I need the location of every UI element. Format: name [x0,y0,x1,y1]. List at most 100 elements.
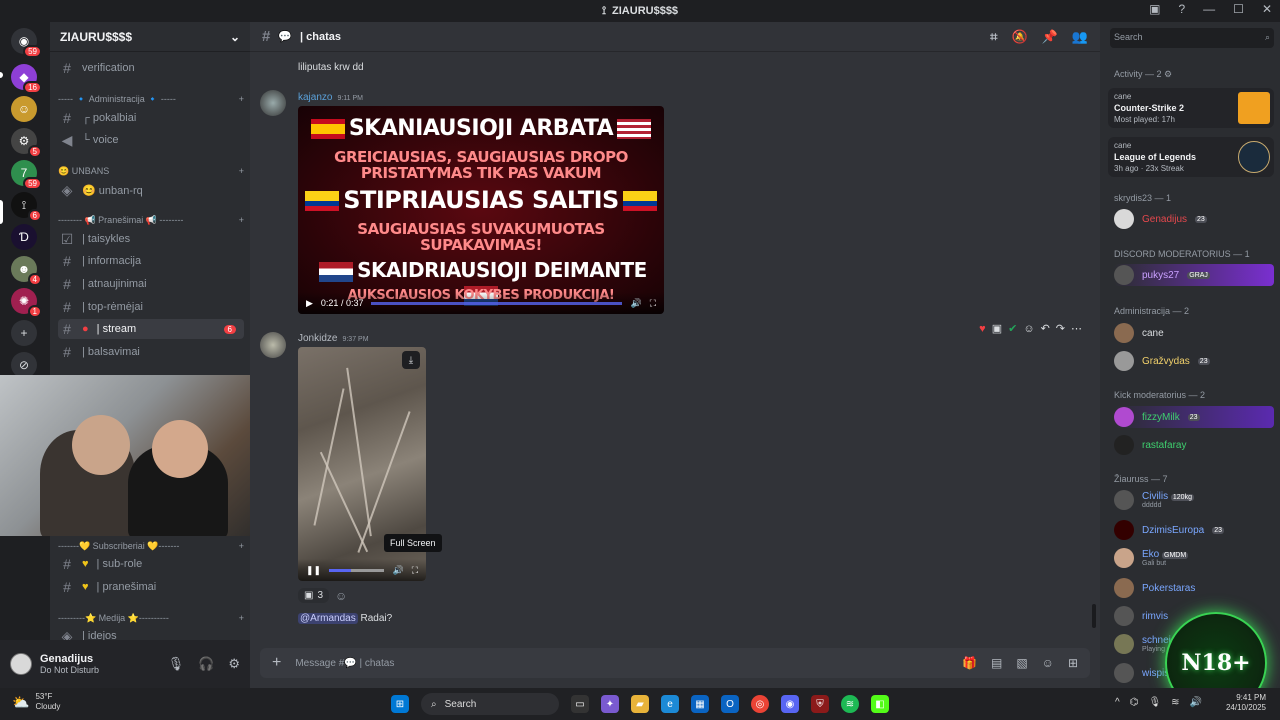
microphone-icon[interactable]: 🎙 [168,656,185,672]
member-rastafaray[interactable]: rastafaray [1114,434,1186,456]
member-eko[interactable]: Eko GMDM Gali but [1114,547,1189,569]
headphones-icon[interactable]: 🎧 [198,656,214,672]
server-icon-4[interactable]: 7 59 [11,160,42,190]
member-cane[interactable]: cane [1114,322,1164,344]
server-icon-7[interactable]: ☻ 4 [11,256,42,286]
play-icon[interactable]: ▶ [306,298,313,309]
volume-icon[interactable]: 🔊 [392,565,403,576]
channel-top-remejai[interactable]: # | top-rėmėjai [58,297,244,317]
edge-icon[interactable]: e [661,695,679,713]
server-icon-ziauru[interactable]: ⟟ 6 [11,192,42,222]
member-pukys27[interactable]: pukys27 GRAJ [1114,264,1274,286]
category-administracija[interactable]: ----- 🔹 Administracija 🔹 ----- + [58,94,244,105]
file-explorer-icon[interactable]: ▰ [631,695,649,713]
gift-icon[interactable]: 🎁 [962,656,977,670]
gear-icon[interactable]: ⚙ [228,656,240,672]
progress-bar[interactable] [329,568,385,572]
home-button[interactable]: ◉ 59 [11,28,42,58]
taskbar-search[interactable]: ⌕ Search [421,693,559,715]
add-channel-icon[interactable]: + [239,166,244,177]
message-input[interactable]: Message #💬 | chatas [295,658,394,669]
minimize-button[interactable]: — [1203,2,1215,16]
channel-pranesimai[interactable]: # ♥ | pranešimai [58,577,244,597]
channel-taisykles[interactable]: ☑ | taisykles [58,229,244,249]
server-header[interactable]: ZIAURU$$$$ ⌄ [50,22,250,52]
channel-balsavimai[interactable]: # | balsavimai [58,342,244,362]
discord-taskbar-icon[interactable]: ◉ [781,695,799,713]
plus-icon[interactable]: + [272,654,281,672]
chrome-icon[interactable]: ◎ [751,695,769,713]
channel-informacija[interactable]: # | informacija [58,251,244,271]
message-composer[interactable]: + Message #💬 | chatas 🎁 ▤ ▧ ☺ ⊞ [260,648,1090,678]
server-icon-1[interactable]: ◆ 16 [11,64,42,94]
add-channel-icon[interactable]: + [239,541,244,552]
add-reaction-icon[interactable]: ☺ [335,589,347,603]
activity-card-lol[interactable]: cane League of Legends 3h ago · 23x Stre… [1108,137,1274,177]
channel-atnaujinimai[interactable]: # | atnaujinimai [58,274,244,294]
task-view-icon[interactable]: ▭ [571,695,589,713]
close-button[interactable]: ✕ [1262,2,1272,16]
spotify-icon[interactable]: ≋ [841,695,859,713]
sticker-icon[interactable]: ▧ [1016,656,1027,670]
copilot-icon[interactable]: ✦ [601,695,619,713]
member-genadijus[interactable]: Genadijus 23 [1114,208,1207,230]
clock[interactable]: 9:41 PM 24/10/2025 [1226,693,1266,713]
activity-card-cs2[interactable]: cane Counter-Strike 2 Most played: 17h [1108,88,1274,128]
avatar[interactable] [260,332,286,358]
member-dzimiseuropa[interactable]: DzimisEuropa 23 [1114,519,1225,541]
microphone-icon[interactable]: 🎙 [1148,697,1161,708]
scrollbar[interactable] [1092,604,1096,628]
message-author[interactable]: kajanzo 9:11 PM [298,92,363,103]
threads-icon[interactable]: ⌗ [990,29,997,45]
shield-icon[interactable]: ⛨ [811,695,829,713]
server-icon-8[interactable]: ✺ 1 [11,288,42,318]
store-icon[interactable]: ▦ [691,695,709,713]
video-player[interactable]: SKANIAUSIOJI ARBATA GREICIAUSIAS, SAUGIA… [298,106,664,314]
outlook-icon[interactable]: O [721,695,739,713]
progress-bar[interactable] [371,301,623,305]
channel-sub-role[interactable]: # ♥ | sub-role [58,554,244,574]
pause-icon[interactable]: ❚❚ [306,565,321,576]
member-rimvis[interactable]: rimvis [1114,605,1168,627]
chevron-up-icon[interactable]: ^ [1115,697,1120,708]
maximize-button[interactable]: ☐ [1233,2,1244,16]
add-server-icon[interactable]: + [11,320,37,346]
category-unbans[interactable]: 😊 UNBANS + [58,166,244,177]
server-icon-6[interactable]: Ɗ [11,224,37,250]
fullscreen-icon[interactable]: ⛶ [412,565,418,576]
member-pokerstaras[interactable]: Pokerstaras [1114,577,1195,599]
network-icon[interactable]: ⌬ [1130,697,1139,708]
channel-stream[interactable]: # ● | stream 6 [58,319,244,339]
message-author[interactable]: Jonkidze 9:37 PM [298,333,369,344]
mute-bell-icon[interactable]: 🔕 [1011,29,1027,45]
apps-icon[interactable]: ⊞ [1068,656,1078,670]
channel-unban-rq[interactable]: ◈ 😊 unban-rq [58,180,244,200]
server-icon-2[interactable]: ☺ [11,96,37,122]
member-fizzymilk[interactable]: fizzyMilk 23 [1114,406,1274,428]
member-grazvydas[interactable]: Gražvydas 23 [1114,350,1210,372]
gif-icon[interactable]: ▤ [991,656,1002,670]
user-mention[interactable]: @Armandas [298,613,358,624]
add-channel-icon[interactable]: + [239,215,244,226]
fullscreen-icon[interactable]: ⛶ [650,298,656,309]
avatar[interactable] [10,653,32,675]
add-channel-icon[interactable]: + [239,94,244,105]
weather-widget[interactable]: ⛅ 53°F Cloudy [12,692,60,712]
kick-icon[interactable]: ◧ [871,695,889,713]
channel-pokalbiai[interactable]: # ┌ pokalbiai [58,108,244,128]
reaction-chip[interactable]: ▣ 3 [298,588,330,603]
add-channel-icon[interactable]: + [239,613,244,624]
category-subscriberiai[interactable]: -------💛 Subscriberiai 💛------- + [58,541,244,552]
channel-verification[interactable]: # verification [58,58,244,78]
avatar[interactable] [260,90,286,116]
members-icon[interactable]: 👥 [1072,29,1088,45]
volume-icon[interactable]: 🔊 [1190,697,1202,708]
help-icon[interactable]: ? [1178,2,1185,16]
search-input[interactable]: Search ⌕ [1110,28,1274,48]
wifi-icon[interactable]: ≋ [1171,697,1179,708]
member-civilis[interactable]: Civilis 120kg ddddd [1114,489,1194,511]
inbox-icon[interactable]: ▣ [1149,2,1160,16]
category-pranesimai[interactable]: -------- 📢 Pranešimai 📢 -------- + [58,215,244,226]
server-icon-3[interactable]: ⚙ 5 [11,128,42,158]
emoji-icon[interactable]: ☺ [1042,656,1054,670]
